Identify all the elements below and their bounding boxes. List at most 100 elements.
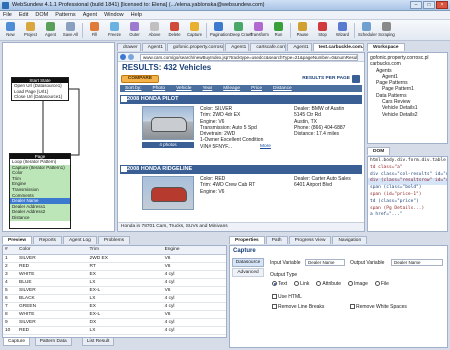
vehicle-photo[interactable] [142, 106, 194, 140]
tab-agent-log[interactable]: Agent Log [62, 236, 97, 244]
table-row[interactable]: 10 RED LX 4 cyl [3, 326, 226, 335]
radio-icon[interactable] [374, 281, 380, 287]
dom-node[interactable]: html.body.div.form.div.table.tr.td [368, 158, 447, 165]
close-button[interactable]: × [436, 1, 448, 9]
vehicle-title-row[interactable]: 2008 HONDA RIDGELINE [120, 165, 362, 174]
menu-item-dom[interactable]: DOM [35, 12, 48, 18]
freeze-button[interactable]: Freeze [106, 21, 123, 40]
table-row[interactable]: 7 GREEN EX 4 cyl [3, 302, 226, 311]
sort-link[interactable]: Distance [273, 85, 292, 92]
editor-tab[interactable]: gofonic.property.corrosc.pl [167, 43, 225, 51]
dom-node[interactable]: td class="a" [368, 165, 447, 172]
editor-tab[interactable]: Agent1 [141, 43, 167, 51]
delete-button[interactable]: Delete [166, 21, 183, 40]
page-loop-node[interactable]: Page Loop (Iterator Pattern) Capture (Ite… [9, 153, 71, 229]
radio-icon[interactable] [316, 281, 322, 287]
dom-node[interactable]: span (class="bold") [368, 185, 447, 192]
footer-tab[interactable]: Capture [3, 338, 31, 346]
run-button[interactable]: Run [270, 21, 287, 40]
editor-tab[interactable]: cartscafe.com [250, 43, 287, 51]
above-button[interactable]: Above [146, 21, 163, 40]
agent-button[interactable]: Agent [42, 21, 59, 40]
editor-tab[interactable]: Agent1 [287, 43, 312, 51]
column-header[interactable]: Engine [162, 246, 226, 255]
tab-navigation[interactable]: Navigation [332, 236, 368, 244]
table-row[interactable]: 3 WHITE EX 4 cyl [3, 270, 226, 279]
column-header[interactable]: Color [17, 246, 88, 255]
back-icon[interactable] [120, 54, 126, 60]
wizard-button[interactable]: Wizard [334, 21, 351, 40]
menu-item-window[interactable]: Window [104, 12, 124, 18]
menu-item-patterns[interactable]: Patterns [55, 12, 75, 18]
tab-dom[interactable]: DOM [367, 147, 391, 155]
dom-node[interactable]: td (class="price") [368, 199, 447, 206]
tab-reports[interactable]: Reports [33, 236, 62, 244]
table-row[interactable]: 9 SILVER DX 4 cyl [3, 318, 226, 327]
table-row[interactable]: 8 WHITE EX-L V6 [3, 310, 226, 319]
checkbox-option[interactable]: Remove White Spaces [350, 304, 407, 310]
menu-item-agent[interactable]: Agent [83, 12, 97, 18]
sort-link[interactable]: Vehicle [176, 85, 191, 92]
editor-tab[interactable]: test.carbuckle.com.pl [312, 43, 365, 51]
table-row[interactable]: 5 SILVER EX-L V6 [3, 286, 226, 295]
tab-progress-view[interactable]: Progress View [288, 236, 332, 244]
vehicle-title-row[interactable]: 2008 HONDA PILOT [120, 95, 362, 104]
url-input[interactable]: www.cars.com/go/search/newBuyIndex.jsp?t… [140, 54, 358, 61]
forward-icon[interactable] [128, 54, 134, 60]
output-variable-input[interactable]: Dealer Name [391, 259, 443, 266]
more-link[interactable]: More [260, 144, 271, 149]
maximize-button[interactable]: □ [423, 1, 435, 9]
sort-link[interactable]: Year [203, 85, 213, 92]
checkbox-icon[interactable] [272, 294, 277, 300]
input-variable-select[interactable]: Dealer Name [305, 259, 345, 266]
menu-item-edit[interactable]: Edit [19, 12, 28, 18]
table-row[interactable]: 6 BLACK LX 4 cyl [3, 294, 226, 303]
output-type-option[interactable]: Image [347, 281, 368, 287]
vehicle-photo[interactable] [142, 176, 194, 210]
side-tab-advanced[interactable]: Advanced [232, 268, 264, 277]
sort-link[interactable]: Photo [153, 85, 166, 92]
save-button[interactable]: Save All [62, 21, 79, 40]
footer-tab[interactable]: Pattern Data [34, 338, 72, 346]
dom-node[interactable]: a href="..." [368, 212, 447, 219]
checkbox-icon[interactable] [350, 304, 355, 310]
tab-preview[interactable]: Preview [2, 236, 33, 244]
tab-problems[interactable]: Problems [97, 236, 131, 244]
tab-path[interactable]: Path [265, 236, 288, 244]
tab-properties[interactable]: Properties [229, 236, 265, 244]
outer-button[interactable]: Outer [126, 21, 143, 40]
checkbox-icon[interactable] [272, 304, 277, 310]
output-type-option[interactable]: Link [294, 281, 309, 287]
pagination-button[interactable]: Pagination [210, 21, 230, 40]
dom-node[interactable]: span (id="price-1") [368, 192, 447, 199]
footer-tab[interactable]: List Result [81, 338, 115, 346]
vehicle-compare-checkbox[interactable] [121, 96, 127, 102]
checkbox-option[interactable]: Remove Line Breaks [272, 304, 324, 310]
capture-button[interactable]: Capture [186, 21, 203, 40]
fill-button[interactable]: Fill [86, 21, 103, 40]
radio-icon[interactable] [272, 281, 277, 287]
compare-button[interactable]: COMPARE [121, 75, 159, 83]
column-header[interactable]: Trim [87, 246, 163, 255]
transform-button[interactable]: Transform [250, 21, 269, 40]
scraping-button[interactable]: Scraping [378, 21, 395, 40]
table-row[interactable]: 4 BLUE LX 4 cyl [3, 278, 226, 287]
checkbox-option[interactable]: Use HTML [272, 294, 302, 300]
column-header[interactable]: # [3, 246, 17, 255]
menu-item-file[interactable]: File [3, 12, 12, 18]
stop-button[interactable]: Stop [314, 21, 331, 40]
scheduler-button[interactable]: Scheduler [358, 21, 377, 40]
editor-tab[interactable]: drawer [117, 43, 141, 51]
per-page-dropdown-icon[interactable] [352, 75, 360, 83]
output-type-option[interactable]: Text [272, 281, 287, 287]
tab-workspace[interactable]: Workspace [367, 43, 405, 51]
project-button[interactable]: Project [22, 21, 39, 40]
radio-icon[interactable] [294, 281, 300, 287]
flow-step[interactable]: Distance [10, 214, 70, 221]
output-type-option[interactable]: Attribute [316, 281, 341, 287]
menu-item-help[interactable]: Help [131, 12, 142, 18]
editor-tab[interactable]: Agent1 [225, 43, 250, 51]
vehicle-compare-checkbox[interactable] [121, 166, 127, 172]
workspace-tree-item[interactable]: Vehicle Details2 [368, 112, 447, 118]
table-row[interactable]: 2 RED RT V6 [3, 262, 226, 271]
